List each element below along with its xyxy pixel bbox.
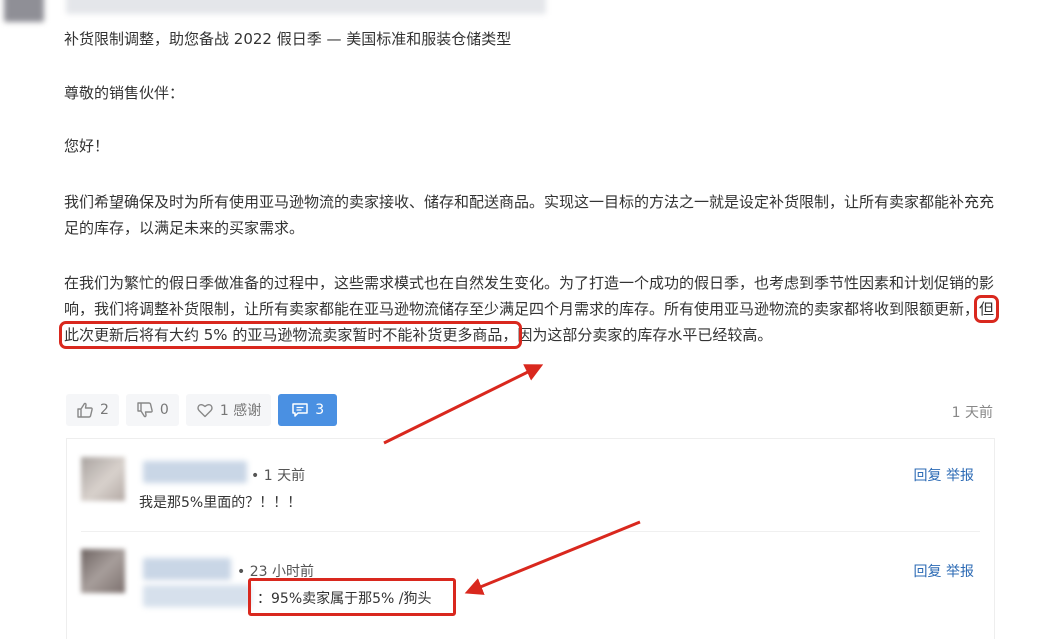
comment-icon bbox=[292, 403, 308, 417]
commenter-name[interactable] bbox=[143, 461, 247, 483]
post-actions: 2 0 1 感谢 3 bbox=[66, 394, 338, 426]
comment-button[interactable]: 3 bbox=[278, 394, 338, 426]
commenter-avatar[interactable] bbox=[81, 457, 125, 501]
comment-text: 我是那5%里面的？！！！ bbox=[139, 495, 302, 511]
post-title: 补货限制调整，助您备战 2022 假日季 — 美国标准和服装仓储类型 bbox=[64, 30, 512, 48]
reply-link[interactable]: 回复 bbox=[914, 468, 942, 484]
thumbs-up-icon bbox=[77, 402, 93, 418]
dislike-count: 0 bbox=[159, 402, 169, 418]
comment-actions: 回复 举报 bbox=[914, 465, 974, 485]
heart-icon bbox=[197, 404, 213, 418]
commenter-avatar[interactable] bbox=[81, 549, 125, 593]
report-link[interactable]: 举报 bbox=[946, 468, 974, 484]
thanks-button[interactable]: 1 感谢 bbox=[185, 394, 272, 426]
thanks-label: 1 感谢 bbox=[219, 403, 262, 419]
dislike-button[interactable]: 0 bbox=[125, 394, 179, 426]
thumbs-down-icon bbox=[137, 402, 153, 418]
reply-link[interactable]: 回复 bbox=[914, 564, 942, 580]
annotation-box bbox=[248, 578, 456, 616]
like-count: 2 bbox=[100, 402, 109, 418]
paragraph-2: 在我们为繁忙的假日季做准备的过程中，这些需求模式也在自然发生变化。为了打造一个成… bbox=[58, 270, 1000, 349]
mentioned-user[interactable] bbox=[143, 585, 251, 607]
comment-list: • 1 天前 我是那5%里面的？！！！ 回复 举报 • 23 小时前 ：95%卖… bbox=[66, 438, 995, 639]
paragraph-1: 我们希望确保及时为所有使用亚马逊物流的卖家接收、储存和配送商品。实现这一目标的方… bbox=[64, 193, 995, 237]
report-link[interactable]: 举报 bbox=[946, 564, 974, 580]
greeting: 尊敬的销售伙伴： bbox=[64, 84, 185, 102]
paragraph-2-text: 在我们为繁忙的假日季做准备的过程中，这些需求模式也在自然发生变化。为了打造一个成… bbox=[64, 274, 995, 318]
comment-actions: 回复 举报 bbox=[914, 561, 974, 581]
comment-divider bbox=[81, 531, 980, 532]
author-avatar[interactable] bbox=[4, 0, 44, 22]
like-button[interactable]: 2 bbox=[66, 394, 119, 426]
hello-text: 您好！ bbox=[64, 137, 110, 155]
paragraph-2-tail: 因为这部分卖家的库存水平已经较高。 bbox=[517, 326, 773, 344]
author-name[interactable] bbox=[66, 0, 546, 14]
commenter-name[interactable] bbox=[143, 558, 231, 580]
comment-time: • 1 天前 bbox=[251, 468, 306, 484]
post-time: 1 天前 bbox=[951, 405, 993, 421]
comment-count: 3 bbox=[315, 402, 325, 418]
